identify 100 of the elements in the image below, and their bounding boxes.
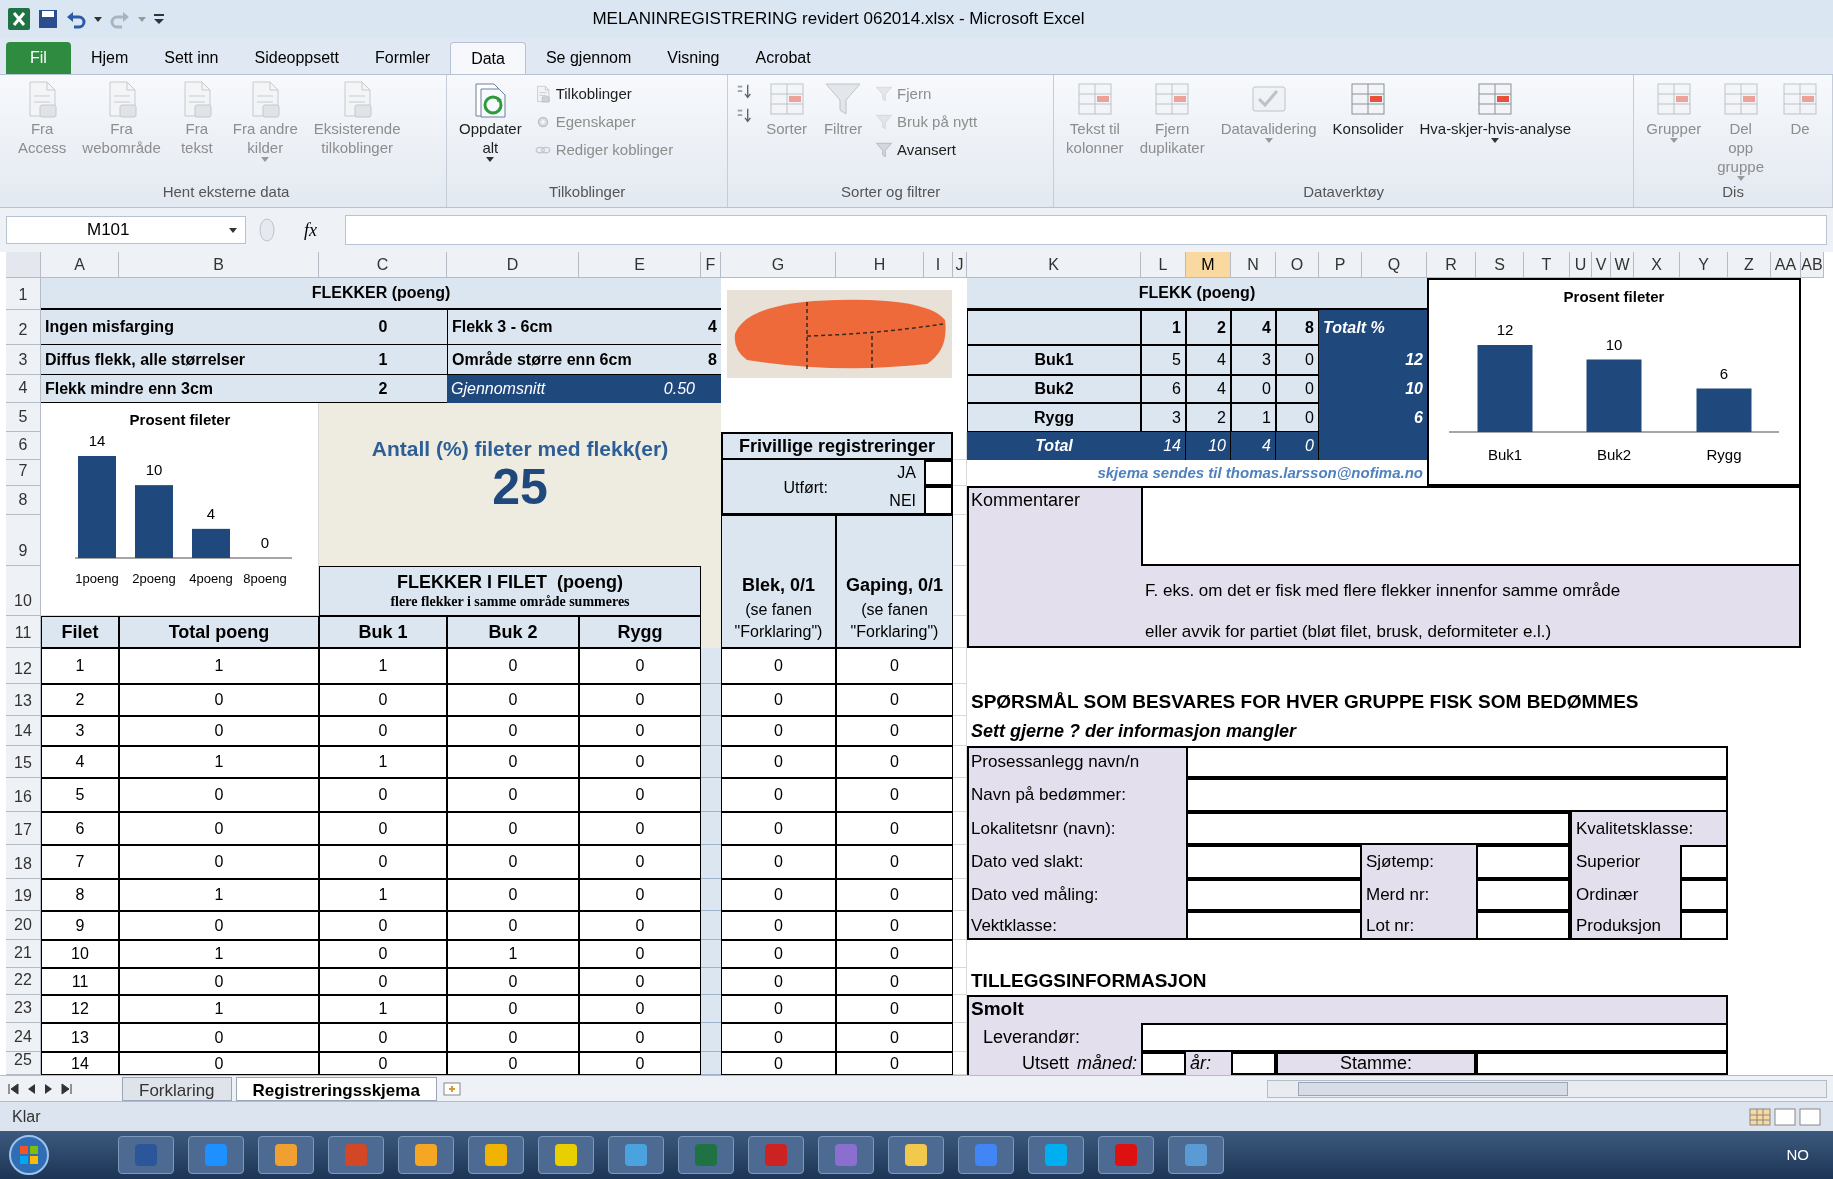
column-header[interactable]: E bbox=[579, 252, 701, 278]
ribbon-button[interactable]: Avansert bbox=[875, 139, 978, 161]
answer-box[interactable] bbox=[924, 486, 953, 515]
column-header[interactable]: Z bbox=[1728, 252, 1771, 278]
input-field[interactable] bbox=[1186, 812, 1570, 845]
column-header[interactable]: D bbox=[447, 252, 579, 278]
column-header[interactable]: A bbox=[41, 252, 119, 278]
input-field[interactable] bbox=[1186, 911, 1362, 940]
start-button-icon[interactable] bbox=[8, 1134, 50, 1176]
ribbon-tab[interactable]: Se gjennom bbox=[529, 42, 648, 74]
sheet-tab[interactable]: Registreringsskjema bbox=[235, 1076, 437, 1101]
input-field[interactable] bbox=[1231, 1052, 1276, 1075]
row-header[interactable]: 21 bbox=[6, 940, 41, 968]
column-header[interactable]: X bbox=[1634, 252, 1680, 278]
language-indicator[interactable]: NO bbox=[1786, 1143, 1825, 1167]
ribbon-tab[interactable]: Sideoppsett bbox=[238, 42, 355, 74]
row-header[interactable]: 10 bbox=[6, 566, 41, 616]
row-header[interactable]: 13 bbox=[6, 684, 41, 716]
column-header[interactable]: K bbox=[967, 252, 1141, 278]
row-header[interactable]: 12 bbox=[6, 648, 41, 684]
undo-icon[interactable] bbox=[66, 9, 86, 29]
sheet-navigation-icon[interactable] bbox=[6, 1082, 20, 1095]
input-field[interactable] bbox=[1186, 778, 1728, 812]
answer-box[interactable] bbox=[924, 460, 953, 486]
ribbon-button[interactable]: Tilkoblinger bbox=[533, 83, 674, 105]
column-header[interactable]: P bbox=[1319, 252, 1362, 278]
column-header[interactable]: Y bbox=[1680, 252, 1728, 278]
input-field[interactable] bbox=[1141, 1023, 1728, 1052]
taskbar-button[interactable] bbox=[468, 1136, 524, 1174]
answer-box[interactable] bbox=[1680, 911, 1728, 940]
input-field[interactable] bbox=[1476, 845, 1570, 879]
column-header[interactable]: J bbox=[953, 252, 967, 278]
column-header[interactable]: W bbox=[1611, 252, 1634, 278]
answer-box[interactable] bbox=[1680, 879, 1728, 911]
row-header[interactable]: 23 bbox=[6, 995, 41, 1023]
sheet-tab[interactable]: Forklaring bbox=[122, 1076, 232, 1101]
sheet-navigation-icon[interactable] bbox=[60, 1082, 74, 1095]
column-header[interactable]: G bbox=[721, 252, 836, 278]
input-field[interactable] bbox=[1476, 911, 1570, 940]
column-header[interactable]: I bbox=[924, 252, 953, 278]
taskbar-button[interactable] bbox=[398, 1136, 454, 1174]
ribbon-tab[interactable]: Data bbox=[450, 42, 526, 74]
column-header[interactable]: F bbox=[701, 252, 721, 278]
column-header[interactable]: T bbox=[1524, 252, 1570, 278]
column-header[interactable]: L bbox=[1141, 252, 1186, 278]
row-header[interactable]: 4 bbox=[6, 375, 41, 403]
row-header[interactable]: 6 bbox=[6, 432, 41, 460]
row-header[interactable]: 22 bbox=[6, 968, 41, 995]
row-header[interactable]: 19 bbox=[6, 879, 41, 911]
column-header[interactable]: M bbox=[1186, 252, 1231, 278]
column-header[interactable]: U bbox=[1570, 252, 1592, 278]
row-header[interactable]: 17 bbox=[6, 812, 41, 845]
ribbon-tab[interactable]: Visning bbox=[651, 42, 736, 74]
ribbon-button[interactable]: Oppdater alt bbox=[455, 79, 526, 162]
row-header[interactable]: 15 bbox=[6, 746, 41, 778]
name-box[interactable]: M101 bbox=[6, 216, 246, 244]
ribbon-button[interactable]: Hva-skjer-hvis-analyse bbox=[1415, 79, 1576, 143]
taskbar-button[interactable] bbox=[258, 1136, 314, 1174]
formula-input[interactable] bbox=[345, 215, 1827, 245]
row-header[interactable]: 7 bbox=[6, 460, 41, 486]
column-header[interactable]: AB bbox=[1801, 252, 1824, 278]
spreadsheet-logo-icon[interactable] bbox=[8, 8, 30, 30]
column-header[interactable]: O bbox=[1276, 252, 1319, 278]
ribbon-tab[interactable]: Formler bbox=[359, 42, 447, 74]
splitter-handle-icon[interactable] bbox=[258, 217, 276, 243]
column-header[interactable]: N bbox=[1231, 252, 1276, 278]
input-field[interactable] bbox=[1186, 879, 1362, 911]
scrollbar-thumb[interactable] bbox=[1298, 1081, 1568, 1096]
column-header[interactable]: Q bbox=[1362, 252, 1427, 278]
view-mode-icons[interactable] bbox=[1749, 1106, 1821, 1127]
ribbon-tab[interactable]: Sett inn bbox=[148, 42, 235, 74]
input-field[interactable] bbox=[1476, 1052, 1728, 1075]
insert-function-button[interactable]: fx bbox=[288, 216, 333, 244]
ribbon-tab[interactable]: Fil bbox=[6, 42, 71, 74]
column-header[interactable]: V bbox=[1592, 252, 1611, 278]
comment-field[interactable] bbox=[1141, 486, 1801, 566]
row-header[interactable]: 14 bbox=[6, 716, 41, 746]
ribbon-tab[interactable]: Acrobat bbox=[739, 42, 827, 74]
row-header[interactable]: 2 bbox=[6, 310, 41, 345]
row-header[interactable]: 16 bbox=[6, 778, 41, 812]
column-header[interactable]: R bbox=[1427, 252, 1476, 278]
column-header[interactable]: H bbox=[836, 252, 924, 278]
row-header[interactable]: 20 bbox=[6, 911, 41, 940]
row-header[interactable]: 8 bbox=[6, 486, 41, 515]
row-header[interactable]: 1 bbox=[6, 278, 41, 310]
taskbar-button[interactable] bbox=[888, 1136, 944, 1174]
save-icon[interactable] bbox=[38, 9, 58, 29]
answer-box[interactable] bbox=[1680, 845, 1728, 879]
row-header[interactable]: 11 bbox=[6, 616, 41, 648]
column-header[interactable]: C bbox=[319, 252, 447, 278]
input-field[interactable] bbox=[1186, 746, 1728, 778]
taskbar-button[interactable] bbox=[538, 1136, 594, 1174]
row-header[interactable]: 5 bbox=[6, 403, 41, 432]
input-field[interactable] bbox=[1186, 845, 1362, 879]
input-field[interactable] bbox=[1141, 1052, 1186, 1075]
row-header[interactable]: 24 bbox=[6, 1023, 41, 1052]
taskbar-button[interactable] bbox=[118, 1136, 174, 1174]
ribbon-button[interactable]: Konsolider bbox=[1328, 79, 1408, 138]
column-header[interactable]: AA bbox=[1771, 252, 1801, 278]
customize-toolbar-icon[interactable] bbox=[154, 12, 164, 26]
